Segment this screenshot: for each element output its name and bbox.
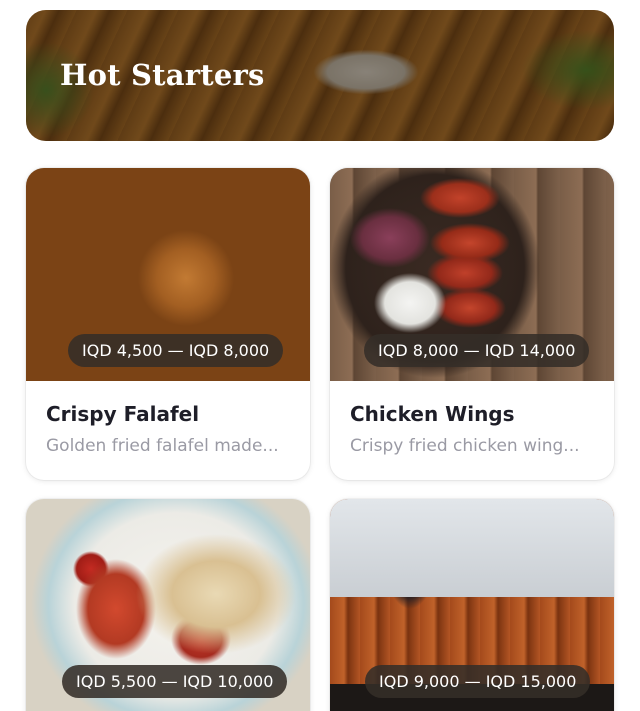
kebab-photo-background [330, 499, 614, 597]
price-badge: IQD 5,500 — IQD 10,000 [62, 665, 288, 698]
item-description: Crispy fried chicken wing... [350, 436, 580, 456]
menu-item-card[interactable]: IQD 4,500 — IQD 8,000 Crispy Falafel Gol… [26, 168, 310, 480]
section-title: Hot Starters [60, 58, 265, 92]
price-badge: IQD 4,500 — IQD 8,000 [68, 334, 284, 367]
section-banner[interactable]: Hot Starters [26, 10, 614, 141]
menu-item-card[interactable]: IQD 8,000 — IQD 14,000 Chicken Wings Cri… [330, 168, 614, 480]
price-badge: IQD 9,000 — IQD 15,000 [365, 665, 591, 698]
item-name: Crispy Falafel [46, 402, 200, 426]
menu-item-card[interactable]: IQD 9,000 — IQD 15,000 [330, 499, 614, 711]
menu-item-card[interactable]: IQD 5,500 — IQD 10,000 [26, 499, 310, 711]
item-name: Chicken Wings [350, 402, 515, 426]
item-description: Golden fried falafel made... [46, 436, 279, 456]
price-badge: IQD 8,000 — IQD 14,000 [364, 334, 590, 367]
